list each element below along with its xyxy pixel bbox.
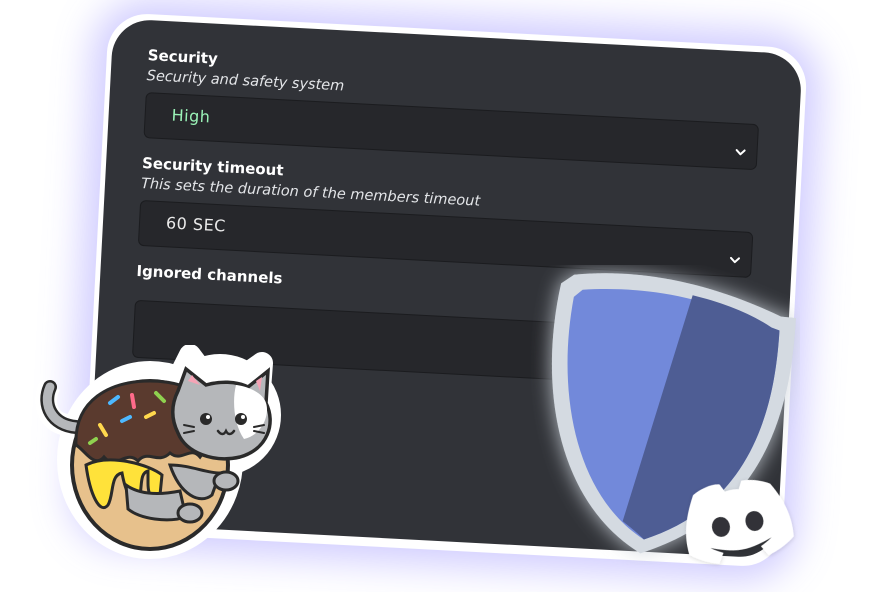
discord-logo-icon <box>676 470 798 570</box>
stage: Security Security and safety system High… <box>0 0 875 592</box>
chevron-down-icon <box>735 149 746 156</box>
security-select-value: High <box>171 105 211 127</box>
security-timeout-select-value: 60 SEC <box>165 213 227 236</box>
security-timeout-field: Security timeout This sets the duration … <box>137 154 758 278</box>
security-field: Security Security and safety system High <box>143 46 763 171</box>
donut-cat-sticker <box>30 344 290 565</box>
